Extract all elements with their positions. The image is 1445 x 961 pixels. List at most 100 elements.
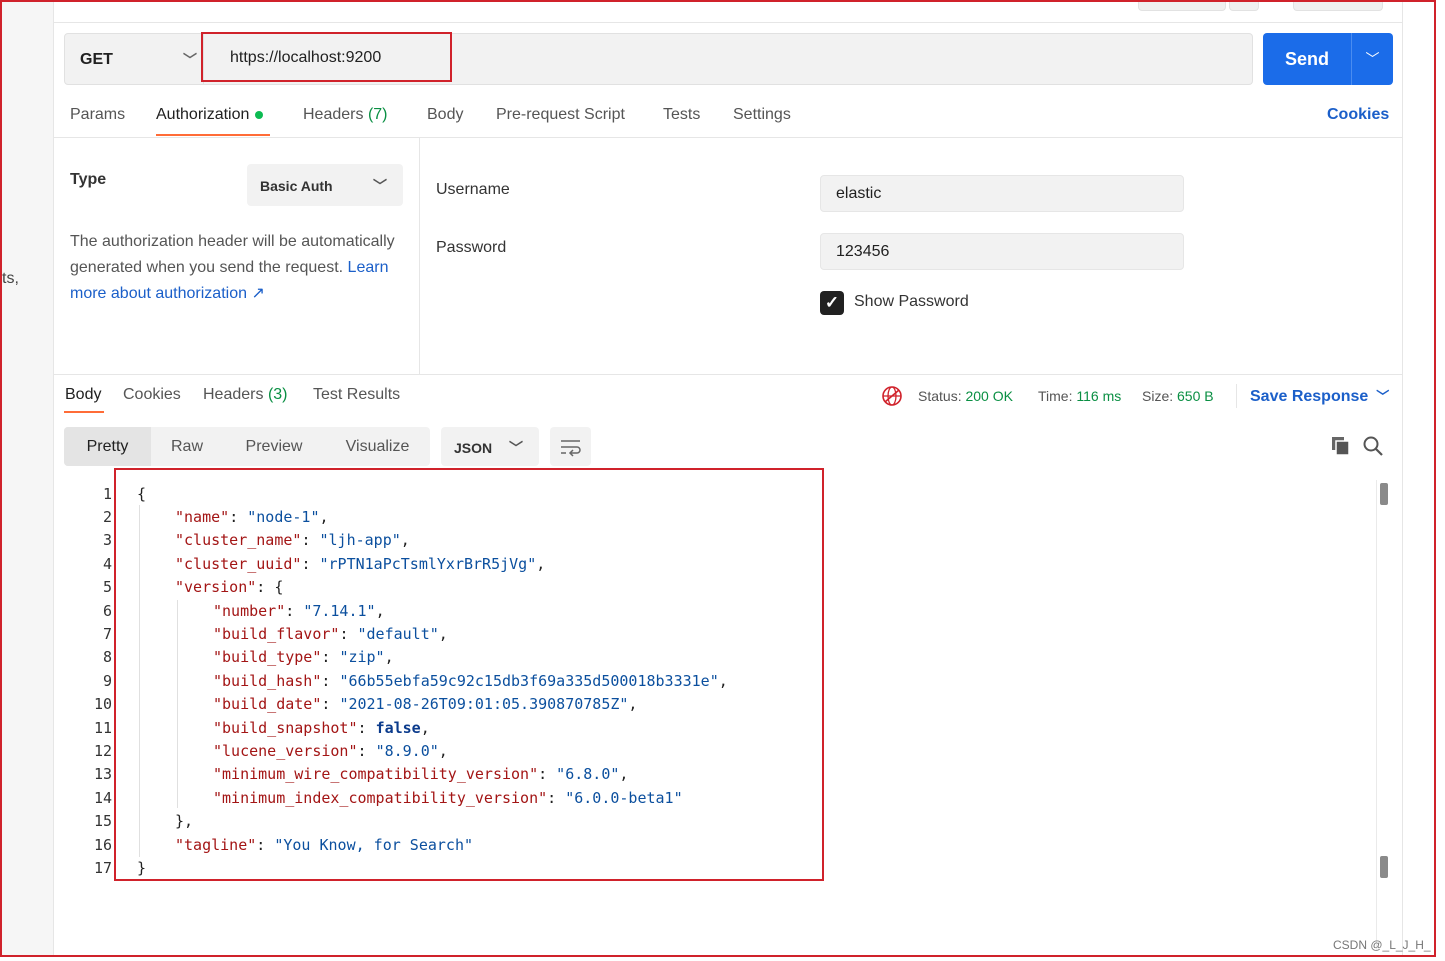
code-line: "build_flavor": "default", bbox=[213, 625, 448, 643]
show-password-checkbox[interactable]: ✓ bbox=[820, 291, 844, 315]
size-info: Size: 650 B bbox=[1142, 388, 1214, 404]
line-number: 6 bbox=[102, 602, 112, 620]
top-divider bbox=[54, 22, 1402, 23]
line-number: 7 bbox=[102, 625, 112, 643]
method-value: GET bbox=[80, 51, 113, 68]
cookies-link[interactable]: Cookies bbox=[1327, 106, 1389, 124]
save-response-button[interactable]: Save Response ﹀ bbox=[1250, 386, 1389, 406]
send-options-button[interactable]: ﹀ bbox=[1351, 33, 1393, 85]
code-line: "tagline": "You Know, for Search" bbox=[175, 836, 474, 854]
wrap-icon bbox=[561, 440, 581, 457]
wrap-lines-button[interactable] bbox=[550, 427, 591, 466]
line-number: 14 bbox=[93, 789, 112, 807]
line-number: 9 bbox=[102, 672, 112, 690]
chevron-down-icon: ﹀ bbox=[373, 178, 387, 194]
send-button[interactable]: Send bbox=[1263, 33, 1351, 85]
divider bbox=[54, 137, 1402, 138]
chevron-down-icon: ﹀ bbox=[509, 440, 523, 456]
view-pretty-button[interactable]: Pretty bbox=[64, 427, 151, 466]
code-line: "version": { bbox=[175, 578, 284, 596]
code-line: }, bbox=[175, 812, 194, 830]
code-line: "build_date": "2021-08-26T09:01:05.39087… bbox=[213, 695, 638, 713]
line-number: 17 bbox=[93, 859, 112, 877]
status-value: 200 OK bbox=[965, 388, 1013, 404]
indent-guide bbox=[177, 600, 178, 808]
active-tab-indicator bbox=[156, 134, 270, 136]
response-tab-body[interactable]: Body bbox=[65, 386, 101, 404]
code-line: "build_hash": "66b55ebfa59c92c15db3f69a3… bbox=[213, 672, 728, 690]
auth-type-value: Basic Auth bbox=[260, 178, 333, 194]
view-preview-button[interactable]: Preview bbox=[223, 427, 325, 466]
headers-count: (7) bbox=[367, 106, 388, 123]
tab-body[interactable]: Body bbox=[427, 106, 463, 124]
indent-guide bbox=[139, 505, 140, 857]
top-toolbar-toggle[interactable] bbox=[1293, 2, 1383, 11]
line-number: 13 bbox=[93, 765, 112, 783]
line-number: 5 bbox=[102, 578, 112, 596]
tab-authorization[interactable]: Authorization bbox=[156, 106, 264, 124]
code-line: "cluster_uuid": "rPTN1aPcTsmlYxrBrR5jVg"… bbox=[175, 555, 546, 573]
chevron-down-icon: ﹀ bbox=[1376, 389, 1390, 404]
scrollbar-thumb[interactable] bbox=[1380, 483, 1388, 505]
right-divider bbox=[1402, 2, 1403, 955]
status-info: Status: 200 OK bbox=[918, 388, 1013, 404]
chevron-down-icon: ﹀ bbox=[1365, 51, 1380, 67]
code-line: "name": "node-1", bbox=[175, 508, 329, 526]
view-visualize-button[interactable]: Visualize bbox=[325, 427, 430, 466]
divider bbox=[54, 374, 1402, 375]
code-line: "lucene_version": "8.9.0", bbox=[213, 742, 448, 760]
code-line: "number": "7.14.1", bbox=[213, 602, 385, 620]
tab-pre-request-script[interactable]: Pre-request Script bbox=[496, 106, 625, 124]
line-number: 1 bbox=[102, 485, 112, 503]
scrollbar-thumb[interactable] bbox=[1380, 856, 1388, 878]
line-number: 8 bbox=[102, 648, 112, 666]
size-value: 650 B bbox=[1177, 388, 1214, 404]
left-sidebar: ts, bbox=[2, 2, 54, 955]
copy-icon[interactable] bbox=[1331, 436, 1351, 456]
tab-params[interactable]: Params bbox=[70, 106, 125, 124]
password-input[interactable]: 123456 bbox=[820, 233, 1184, 270]
code-line: "cluster_name": "ljh-app", bbox=[175, 531, 410, 549]
view-raw-button[interactable]: Raw bbox=[151, 427, 223, 466]
line-number: 16 bbox=[93, 836, 112, 854]
tab-headers[interactable]: Headers (7) bbox=[303, 106, 388, 124]
method-select[interactable]: GET ﹀ bbox=[64, 33, 204, 85]
top-toolbar-button[interactable] bbox=[1229, 2, 1259, 11]
globe-icon[interactable] bbox=[881, 385, 903, 407]
response-tab-cookies[interactable]: Cookies bbox=[123, 386, 181, 404]
check-icon: ✓ bbox=[824, 293, 840, 312]
auth-type-select[interactable]: Basic Auth ﹀ bbox=[247, 164, 403, 206]
code-line: "minimum_index_compatibility_version": "… bbox=[213, 789, 683, 807]
response-tab-headers[interactable]: Headers (3) bbox=[203, 386, 288, 404]
url-annotation-box bbox=[201, 32, 452, 82]
line-number: 15 bbox=[93, 812, 112, 830]
code-line: } bbox=[137, 859, 147, 877]
show-password-label[interactable]: Show Password bbox=[854, 293, 969, 311]
auth-type-label: Type bbox=[70, 171, 107, 188]
auth-divider bbox=[419, 138, 420, 374]
auth-description: The authorization header will be automat… bbox=[70, 233, 395, 302]
format-select[interactable]: JSON ﹀ bbox=[441, 427, 539, 466]
response-tab-test-results[interactable]: Test Results bbox=[313, 386, 400, 404]
tab-settings[interactable]: Settings bbox=[733, 106, 791, 124]
line-number: 10 bbox=[93, 695, 112, 713]
code-line: "build_type": "zip", bbox=[213, 648, 394, 666]
line-number: 3 bbox=[102, 531, 112, 549]
username-input[interactable]: elastic bbox=[820, 175, 1184, 212]
code-line: "minimum_wire_compatibility_version": "6… bbox=[213, 765, 629, 783]
code-line: "build_snapshot": false, bbox=[213, 719, 430, 737]
line-number: 12 bbox=[93, 742, 112, 760]
time-value: 116 ms bbox=[1076, 388, 1122, 404]
sidebar-clipped-text: ts, bbox=[2, 270, 19, 287]
top-toolbar-button[interactable] bbox=[1138, 2, 1226, 11]
line-number: 11 bbox=[93, 719, 112, 737]
code-line: { bbox=[137, 485, 147, 503]
active-dot-icon bbox=[255, 110, 264, 119]
search-icon[interactable] bbox=[1362, 435, 1384, 457]
divider bbox=[1236, 384, 1237, 408]
format-value: JSON bbox=[454, 440, 493, 456]
watermark: CSDN @_L_J_H_ bbox=[1333, 938, 1431, 952]
tab-tests[interactable]: Tests bbox=[663, 106, 700, 124]
chevron-down-icon: ﹀ bbox=[183, 52, 197, 68]
time-info: Time: 116 ms bbox=[1038, 388, 1122, 404]
